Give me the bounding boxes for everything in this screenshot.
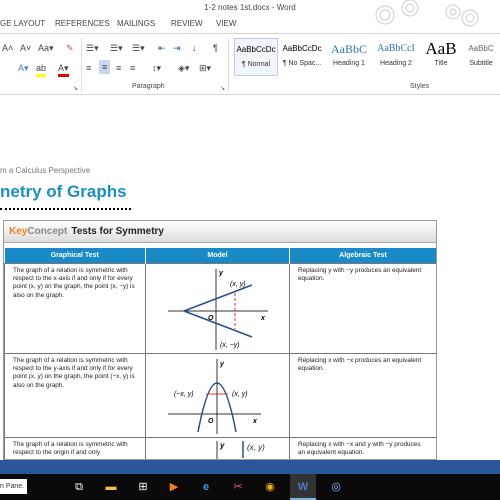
table-row: The graph of a relation is symmetric wit… [4,352,436,438]
symmetry-table: Graphical Test Model Algebraic Test The … [4,248,436,459]
task-view-icon[interactable]: ⧉ [66,474,92,500]
sort-icon[interactable]: ↓ [192,42,197,54]
media-player-icon[interactable]: ▶ [161,474,187,500]
chrome-icon[interactable]: ◉ [257,474,283,500]
table-row: The graph of a relation is symmetric wit… [4,262,436,354]
taskbar-search-box[interactable]: n Pane. [0,479,27,494]
svg-text:(x, y): (x, y) [247,443,265,452]
shading-icon[interactable]: ◈▾ [178,62,189,74]
tab-mailings[interactable]: MAILINGS [117,19,155,28]
align-center-icon[interactable]: ≡ [99,60,111,74]
tab-page-layout[interactable]: GE LAYOUT [0,19,45,28]
column-header: Model [145,248,290,263]
style-no-spacing[interactable]: AaBbCcDc ¶ No Spac... [280,38,324,76]
model-origin: y (x, y) [145,436,290,459]
status-bar [0,460,500,474]
graphical-test: The graph of a relation is symmetric wit… [4,352,146,438]
svg-text:x: x [260,315,266,322]
column-header: Algebraic Test [289,248,436,263]
grow-font-icon[interactable]: A˄ [2,42,13,54]
text-effects-icon[interactable]: A▾ [18,62,29,74]
change-case-icon[interactable]: Aa▾ [38,42,54,54]
svg-text:y: y [219,441,225,450]
snipping-tool-icon[interactable]: ✂ [225,474,251,500]
svg-text:(x, −y): (x, −y) [220,342,240,349]
file-explorer-icon[interactable]: ▬ [98,474,124,500]
column-header: Graphical Test [4,248,146,263]
justify-icon[interactable]: ≡ [130,62,135,74]
key-concept-box: KeyConcept Tests for Symmetry Graphical T… [3,220,437,460]
style-heading-2[interactable]: AaBbCcI Heading 2 [374,38,418,76]
svg-text:y: y [219,361,225,368]
font-color-icon[interactable]: A▾ [58,62,69,77]
tab-references[interactable]: REFERENCES [55,19,110,28]
document-subtitle: m a Calculus Perspective [0,166,91,175]
numbering-icon[interactable]: ☰▾ [110,42,123,54]
graphical-test: The graph of a relation is symmetric wit… [4,436,146,459]
decorative-circles [375,0,479,27]
edge-icon[interactable]: e [193,474,219,500]
ribbon: A˄ A˅ Aa▾ ✎ A▾ ab A▾ ☰▾ ☰▾ ☰▾ ⇤ ⇥ ↓ ¶ ≡ … [0,33,500,95]
pilcrow-icon[interactable]: ¶ [213,42,218,54]
svg-text:O: O [208,418,214,425]
style-subtitle[interactable]: AaBbC Subtitle [463,38,499,76]
paragraph-dialog-launcher-icon[interactable]: ↘ [220,83,225,95]
highlight-icon[interactable]: ab [36,62,47,77]
tab-review[interactable]: REVIEW [171,19,203,28]
line-spacing-icon[interactable]: ↕▾ [152,62,161,74]
tab-view[interactable]: VIEW [216,19,236,28]
svg-text:(−x, y): (−x, y) [174,391,194,398]
document-heading: netry of Graphs [0,182,131,210]
bullets-icon[interactable]: ☰▾ [86,42,99,54]
align-right-icon[interactable]: ≡ [116,62,121,74]
svg-text:(x, y): (x, y) [230,281,246,288]
svg-text:(x, y): (x, y) [232,391,248,398]
increase-indent-icon[interactable]: ⇥ [173,42,181,54]
algebraic-test: Replacing x with −x and y with −y produc… [289,436,436,459]
table-row: The graph of a relation is symmetric wit… [4,436,436,459]
decrease-indent-icon[interactable]: ⇤ [158,42,166,54]
model-y-axis: (−x, y) (x, y) Ox y [145,352,290,438]
key-concept-header: KeyConcept Tests for Symmetry [4,221,436,243]
style-heading-1[interactable]: AaBbC Heading 1 [326,38,372,76]
style-title[interactable]: AaB Title [420,38,462,76]
shrink-font-icon[interactable]: A˅ [20,42,31,54]
word-icon[interactable]: W [290,474,316,500]
styles-group-label: Styles [410,83,430,90]
svg-text:y: y [218,270,224,277]
graphical-test: The graph of a relation is symmetric wit… [4,262,146,354]
svg-text:O: O [208,315,214,322]
store-icon[interactable]: ⊞ [130,474,156,500]
borders-icon[interactable]: ⊞▾ [199,62,211,74]
style-normal[interactable]: AaBbCcDc ¶ Normal [234,38,278,76]
align-left-icon[interactable]: ≡ [86,62,91,74]
font-dialog-launcher-icon[interactable]: ↘ [73,83,78,95]
model-x-axis: (x, y) (x, −y) Ox y [145,262,290,354]
algebraic-test: Replacing x with −x produces an equivale… [289,352,436,438]
svg-text:x: x [252,418,258,425]
multilevel-list-icon[interactable]: ☰▾ [132,42,145,54]
cortana-icon[interactable]: ◎ [323,474,349,500]
clear-formatting-icon[interactable]: ✎ [66,42,74,54]
paragraph-group-label: Paragraph [132,83,165,90]
algebraic-test: Replacing y with −y produces an equivale… [289,262,436,354]
